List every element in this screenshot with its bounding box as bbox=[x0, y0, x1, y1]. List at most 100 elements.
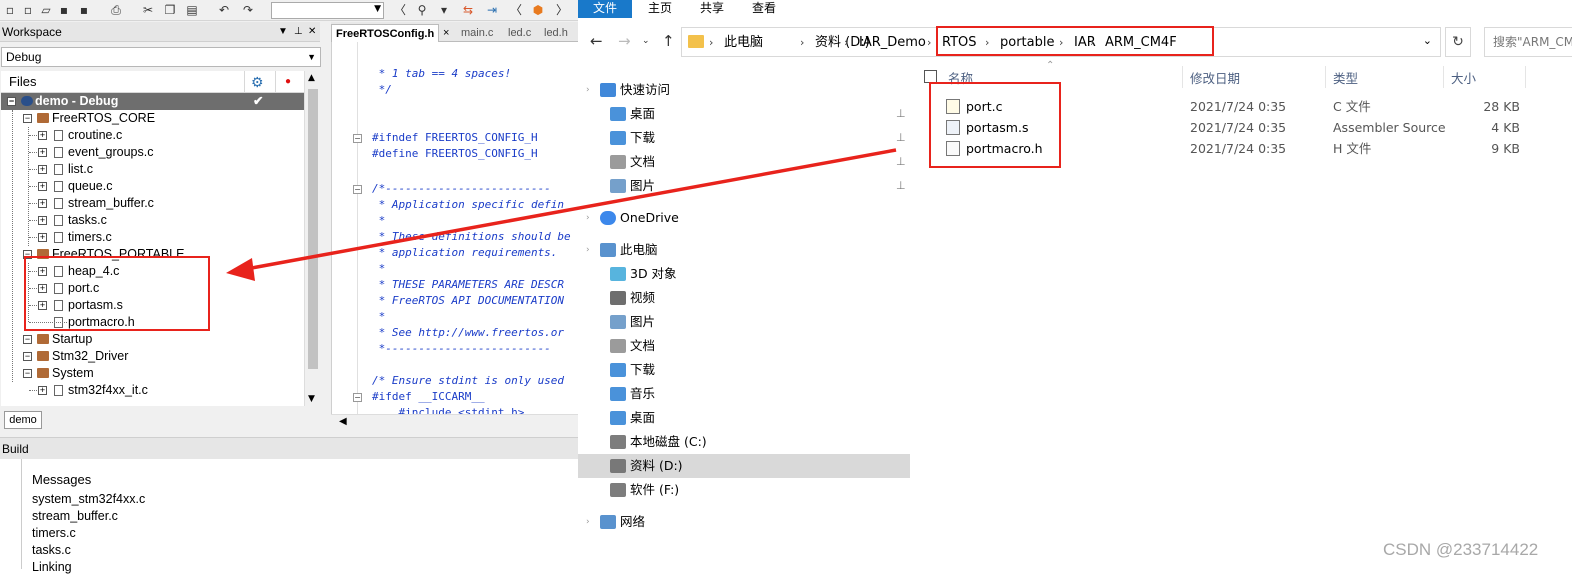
pin-icon[interactable]: ⊥ bbox=[896, 126, 906, 150]
code-editor[interactable]: * 1 tab == 4 spaces! */ #ifndef FREERTOS_… bbox=[331, 42, 578, 419]
chevron-right-icon[interactable]: › bbox=[709, 34, 713, 51]
scrollbar-thumb[interactable] bbox=[308, 89, 318, 369]
configuration-select[interactable]: Debug ▼ bbox=[1, 47, 321, 67]
nav-item[interactable]: › 网络 bbox=[578, 510, 910, 534]
cut-icon[interactable]: ✂ bbox=[140, 3, 156, 18]
tree-file-row[interactable]: + event_groups.c bbox=[1, 144, 304, 161]
ribbon-tab[interactable]: 主页 bbox=[648, 0, 672, 18]
nav-item[interactable]: 图片 bbox=[578, 310, 910, 334]
save-icon[interactable]: ▪ bbox=[56, 3, 72, 18]
close-icon[interactable]: ✕ bbox=[308, 22, 316, 42]
pin-icon[interactable]: ⊥ bbox=[896, 150, 906, 174]
back-arrow-icon[interactable]: ← bbox=[590, 32, 603, 50]
collapse-icon[interactable]: − bbox=[7, 97, 16, 106]
ribbon-tab[interactable]: 文件 bbox=[578, 0, 632, 18]
next-bookmark-icon[interactable]: ⇥ bbox=[484, 3, 500, 18]
editor-tab[interactable]: led.c bbox=[508, 24, 531, 42]
expand-icon[interactable]: + bbox=[38, 131, 47, 140]
collapse-icon[interactable]: − bbox=[23, 352, 32, 361]
chevron-up-icon[interactable]: ▲ bbox=[308, 73, 315, 83]
column-size[interactable]: 大小 bbox=[1451, 68, 1476, 87]
chevron-down-icon[interactable]: ⌄ bbox=[642, 36, 650, 46]
tree-group-row[interactable]: − Startup bbox=[1, 331, 304, 348]
nav-item[interactable]: 下载 bbox=[578, 358, 910, 382]
nav-item[interactable]: 资料 (D:) bbox=[578, 454, 910, 478]
nav-item[interactable]: 桌面 bbox=[578, 406, 910, 430]
collapse-icon[interactable]: − bbox=[23, 369, 32, 378]
expand-icon[interactable]: + bbox=[38, 148, 47, 157]
tree-group-row[interactable]: − Stm32_Driver bbox=[1, 348, 304, 365]
red-dot-icon[interactable]: ● bbox=[285, 71, 291, 93]
gear-icon[interactable]: ⚙ bbox=[251, 71, 264, 93]
tree-file-row[interactable]: + stm32f4xx_it.c bbox=[1, 382, 304, 399]
fold-marker-icon[interactable]: − bbox=[353, 134, 362, 143]
expand-icon[interactable]: + bbox=[38, 182, 47, 191]
tree-group-row[interactable]: − System bbox=[1, 365, 304, 382]
tree-file-row[interactable]: + tasks.c bbox=[1, 212, 304, 229]
nav-item[interactable]: 3D 对象 bbox=[578, 262, 910, 286]
chevron-down-icon[interactable]: ▼ bbox=[308, 394, 315, 404]
paste-icon[interactable]: ▤ bbox=[184, 3, 200, 18]
expand-icon[interactable]: + bbox=[38, 233, 47, 242]
tree-file-row[interactable]: + queue.c bbox=[1, 178, 304, 195]
open-icon[interactable]: ▱ bbox=[38, 3, 54, 18]
copy-icon[interactable]: ❐ bbox=[162, 3, 178, 18]
new-file-icon[interactable]: ▫ bbox=[2, 3, 18, 18]
close-tab-icon[interactable]: × bbox=[443, 24, 449, 42]
tree-file-row[interactable]: + stream_buffer.c bbox=[1, 195, 304, 212]
up-arrow-icon[interactable]: ↑ bbox=[662, 32, 675, 50]
expand-icon[interactable]: + bbox=[38, 216, 47, 225]
nav-item[interactable]: 文档 bbox=[578, 334, 910, 358]
toggle-bookmark-icon[interactable]: ⇆ bbox=[460, 3, 476, 18]
breadcrumb-item[interactable]: 此电脑 bbox=[724, 34, 763, 51]
tree-file-row[interactable]: + croutine.c bbox=[1, 127, 304, 144]
find-icon[interactable]: ⚲ bbox=[414, 3, 430, 18]
find-combo[interactable]: ▼ bbox=[271, 2, 384, 19]
editor-horizontal-scrollbar[interactable]: ◀ bbox=[331, 414, 578, 431]
chevron-right-icon[interactable]: › bbox=[586, 510, 590, 534]
refresh-button[interactable]: ↻ bbox=[1445, 27, 1471, 57]
redo-icon[interactable]: ↷ bbox=[240, 3, 256, 18]
undo-icon[interactable]: ↶ bbox=[216, 3, 232, 18]
fold-marker-icon[interactable]: − bbox=[353, 393, 362, 402]
tree-file-row[interactable]: + timers.c bbox=[1, 229, 304, 246]
chevron-left-icon[interactable]: ◀ bbox=[339, 416, 347, 427]
editor-tab[interactable]: led.h bbox=[544, 24, 568, 42]
chevron-down-icon[interactable]: ⌄ bbox=[1423, 34, 1432, 47]
next-icon[interactable]: 〉 bbox=[554, 3, 570, 18]
editor-tab[interactable]: FreeRTOSConfig.h bbox=[331, 24, 440, 42]
pin-icon[interactable]: ⊥ bbox=[294, 22, 303, 42]
workspace-scrollbar[interactable]: ▲ ▼ bbox=[304, 71, 320, 406]
chevron-down-icon[interactable]: ▾ bbox=[436, 3, 452, 18]
chevron-right-icon[interactable]: › bbox=[586, 206, 590, 230]
breadcrumb-item[interactable]: IAR_Demo bbox=[859, 34, 926, 51]
chevron-right-icon[interactable]: › bbox=[844, 34, 848, 51]
pin-icon[interactable]: ⊥ bbox=[896, 102, 906, 126]
chevron-right-icon[interactable]: › bbox=[927, 34, 931, 51]
previous-icon[interactable]: 〈 bbox=[508, 3, 524, 18]
search-input[interactable]: 搜索"ARM_CM4F" bbox=[1484, 27, 1572, 57]
nav-item[interactable]: 下载 ⊥ bbox=[578, 126, 910, 150]
ribbon-tab[interactable]: 共享 bbox=[700, 0, 724, 18]
column-date[interactable]: 修改日期 bbox=[1190, 68, 1240, 87]
nav-item[interactable]: 桌面 ⊥ bbox=[578, 102, 910, 126]
navigate-back-icon[interactable]: 〈 bbox=[392, 3, 408, 18]
nav-item[interactable]: 图片 ⊥ bbox=[578, 174, 910, 198]
chevron-down-icon[interactable]: ▼ bbox=[278, 22, 288, 42]
workspace-tab-demo[interactable]: demo bbox=[4, 411, 42, 429]
forward-arrow-icon[interactable]: → bbox=[618, 32, 631, 50]
save-all-icon[interactable]: ▪ bbox=[76, 3, 92, 18]
chevron-right-icon[interactable]: › bbox=[586, 238, 590, 262]
nav-item[interactable]: 软件 (F:) bbox=[578, 478, 910, 502]
chevron-right-icon[interactable]: › bbox=[800, 34, 804, 51]
pin-icon[interactable]: ⊥ bbox=[896, 174, 906, 198]
chevron-right-icon[interactable]: › bbox=[586, 78, 590, 102]
collapse-icon[interactable]: − bbox=[23, 335, 32, 344]
tree-file-row[interactable]: + list.c bbox=[1, 161, 304, 178]
nav-item[interactable]: › 快速访问 bbox=[578, 78, 910, 102]
nav-item[interactable]: › 此电脑 bbox=[578, 238, 910, 262]
tree-project-row[interactable]: − demo - Debug ✔ bbox=[1, 93, 304, 110]
collapse-icon[interactable]: − bbox=[23, 114, 32, 123]
expand-icon[interactable]: + bbox=[38, 165, 47, 174]
editor-tab[interactable]: main.c bbox=[461, 24, 493, 42]
